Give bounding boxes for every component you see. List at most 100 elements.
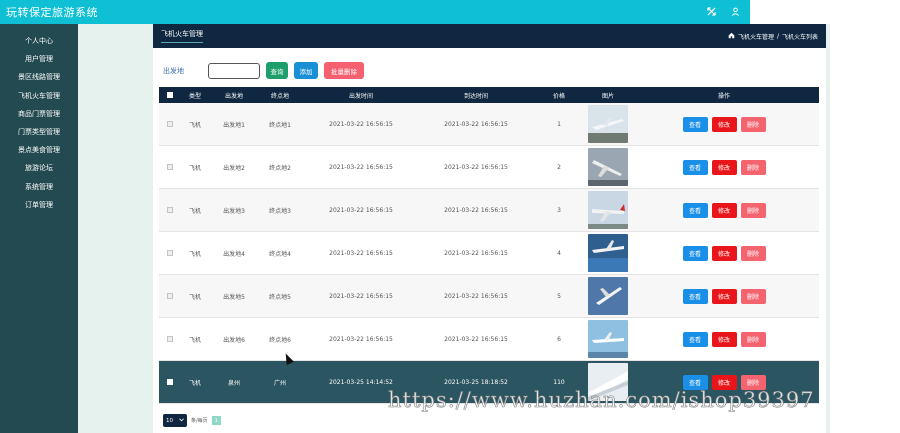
breadcrumb: 飞机火车管理 / 飞机火车列表 <box>728 32 818 41</box>
top-bar: 玩转保定旅游系统 <box>0 0 750 24</box>
sidebar-item[interactable]: 订单管理 <box>0 196 78 214</box>
page-size-label: 条/每页 <box>191 418 208 424</box>
sidebar-item[interactable]: 个人中心 <box>0 32 78 50</box>
tab-flight-train[interactable]: 飞机火车管理 <box>161 29 203 43</box>
app-title: 玩转保定旅游系统 <box>6 6 98 19</box>
view-button[interactable]: 查看 <box>682 331 708 347</box>
airplane-photo <box>588 105 628 143</box>
expand-icon[interactable] <box>704 4 718 18</box>
add-button[interactable]: 添加 <box>294 62 318 79</box>
table-row[interactable]: 飞机 出发地6 终点地6 2021-03-22 16:56:15 2021-03-22 … <box>159 318 819 361</box>
cell-depart-time: 2021-03-22 16:56:15 <box>329 206 393 214</box>
cell-type: 飞机 <box>188 336 201 344</box>
cell-price: 1 <box>557 120 561 128</box>
view-button[interactable]: 查看 <box>682 245 708 261</box>
delete-button[interactable]: 删除 <box>740 159 766 175</box>
row-checkbox[interactable] <box>167 250 173 256</box>
row-checkbox[interactable] <box>167 207 173 213</box>
cell-price: 3 <box>557 206 561 214</box>
departure-search-input[interactable] <box>208 62 260 79</box>
table-row[interactable]: 飞机 出发地3 终点地3 2021-03-22 16:56:15 2021-03-22 … <box>159 189 819 232</box>
content-header: 飞机火车管理 飞机火车管理 / 飞机火车列表 <box>153 24 826 48</box>
cell-depart-time: 2021-03-25 14:14:52 <box>329 378 393 386</box>
breadcrumb-item-current: 飞机火车列表 <box>781 33 818 41</box>
breadcrumb-item-parent[interactable]: 飞机火车管理 <box>738 32 774 41</box>
table-row[interactable]: 飞机 出发地1 终点地1 2021-03-22 16:56:15 2021-03-22 … <box>159 103 819 146</box>
delete-button[interactable]: 删除 <box>740 202 766 218</box>
sidebar-item[interactable]: 用户管理 <box>0 50 78 68</box>
batch-delete-button[interactable]: 批量删除 <box>324 62 364 79</box>
column-header: 操作 <box>717 92 730 100</box>
cell-arrive-time: 2021-03-22 16:56:15 <box>444 206 508 214</box>
sidebar-item[interactable]: 商品门票管理 <box>0 105 78 123</box>
sidebar-item[interactable]: 门票类型管理 <box>0 123 78 141</box>
view-button[interactable]: 查看 <box>682 202 708 218</box>
view-button[interactable]: 查看 <box>682 159 708 175</box>
cell-arrive-time: 2021-03-22 16:56:15 <box>444 120 508 128</box>
sidebar-item[interactable]: 系统管理 <box>0 178 78 196</box>
cell-price: 6 <box>557 335 561 343</box>
page-size-select[interactable]: 10 <box>163 414 187 427</box>
cell-destination: 终点地6 <box>269 336 291 344</box>
edit-button[interactable]: 修改 <box>711 159 737 175</box>
cell-departure: 出发地4 <box>223 250 245 258</box>
breadcrumb-separator: / <box>776 32 779 40</box>
cell-destination: 广州 <box>273 379 286 387</box>
edit-button[interactable]: 修改 <box>711 288 737 304</box>
delete-button[interactable]: 删除 <box>740 331 766 347</box>
cell-destination: 终点地2 <box>269 164 291 172</box>
home-icon[interactable] <box>728 32 735 41</box>
column-header[interactable]: 类型 <box>181 91 209 100</box>
sidebar-item[interactable]: 景区线路管理 <box>0 68 78 86</box>
table-row[interactable]: 飞机 出发地4 终点地4 2021-03-22 16:56:15 2021-03-22 … <box>159 232 819 275</box>
edit-button[interactable]: 修改 <box>711 202 737 218</box>
cell-depart-time: 2021-03-22 16:56:15 <box>329 249 393 257</box>
cell-departure: 出发地6 <box>223 336 245 344</box>
pagination: 10 条/每页 1 <box>163 414 221 427</box>
edit-button[interactable]: 修改 <box>711 245 737 261</box>
delete-button[interactable]: 删除 <box>740 245 766 261</box>
search-bar: 出发地 查询 添加 批量删除 <box>163 62 364 79</box>
edit-button[interactable]: 修改 <box>711 116 737 132</box>
table-row[interactable]: 飞机 出发地2 终点地2 2021-03-22 16:56:15 2021-03-22 … <box>159 146 819 189</box>
sidebar-item[interactable]: 景点美食管理 <box>0 141 78 159</box>
column-header[interactable]: 终点地 <box>259 91 301 100</box>
edit-button[interactable]: 修改 <box>711 331 737 347</box>
cell-departure: 出发地1 <box>223 121 245 129</box>
cell-type: 飞机 <box>188 250 201 258</box>
row-checkbox[interactable] <box>167 164 173 170</box>
user-icon[interactable] <box>728 4 742 18</box>
page-size-value: 10 <box>166 417 173 424</box>
airplane-photo <box>588 148 628 186</box>
cell-price: 5 <box>557 292 561 300</box>
cell-depart-time: 2021-03-22 16:56:15 <box>329 163 393 171</box>
sidebar-item[interactable]: 飞机火车管理 <box>0 87 78 105</box>
cell-arrive-time: 2021-03-22 16:56:15 <box>444 292 508 300</box>
search-label: 出发地 <box>163 66 184 75</box>
row-checkbox[interactable] <box>167 293 173 299</box>
column-header[interactable]: 出发地 <box>209 91 259 100</box>
cell-type: 飞机 <box>188 164 201 172</box>
data-table: 类型 出发地 终点地 出发时间 到达时间 价格 图片 操作 飞机 出发地1 终点地1… <box>159 87 819 404</box>
watermark: https://www.huzhan.com/ishop39397 <box>388 388 815 413</box>
cell-type: 飞机 <box>188 121 201 129</box>
column-header[interactable]: 到达时间 <box>421 91 531 100</box>
row-checkbox[interactable] <box>167 121 173 127</box>
delete-button[interactable]: 删除 <box>740 288 766 304</box>
view-button[interactable]: 查看 <box>682 116 708 132</box>
cell-arrive-time: 2021-03-25 18:18:52 <box>444 378 508 386</box>
delete-button[interactable]: 删除 <box>740 116 766 132</box>
page-number[interactable]: 1 <box>211 416 221 425</box>
table-row[interactable]: 飞机 出发地5 终点地5 2021-03-22 16:56:15 2021-03-22 … <box>159 275 819 318</box>
cell-departure: 出发地5 <box>223 293 245 301</box>
sidebar-item[interactable]: 旅游论坛 <box>0 159 78 177</box>
select-all-checkbox[interactable] <box>167 92 173 98</box>
row-checkbox[interactable] <box>167 336 173 342</box>
query-button[interactable]: 查询 <box>266 62 288 79</box>
airplane-photo <box>588 277 628 315</box>
column-header[interactable]: 出发时间 <box>301 91 421 100</box>
column-header[interactable]: 价格 <box>531 91 587 100</box>
row-checkbox[interactable] <box>167 379 173 385</box>
right-gutter <box>826 24 830 433</box>
view-button[interactable]: 查看 <box>682 288 708 304</box>
